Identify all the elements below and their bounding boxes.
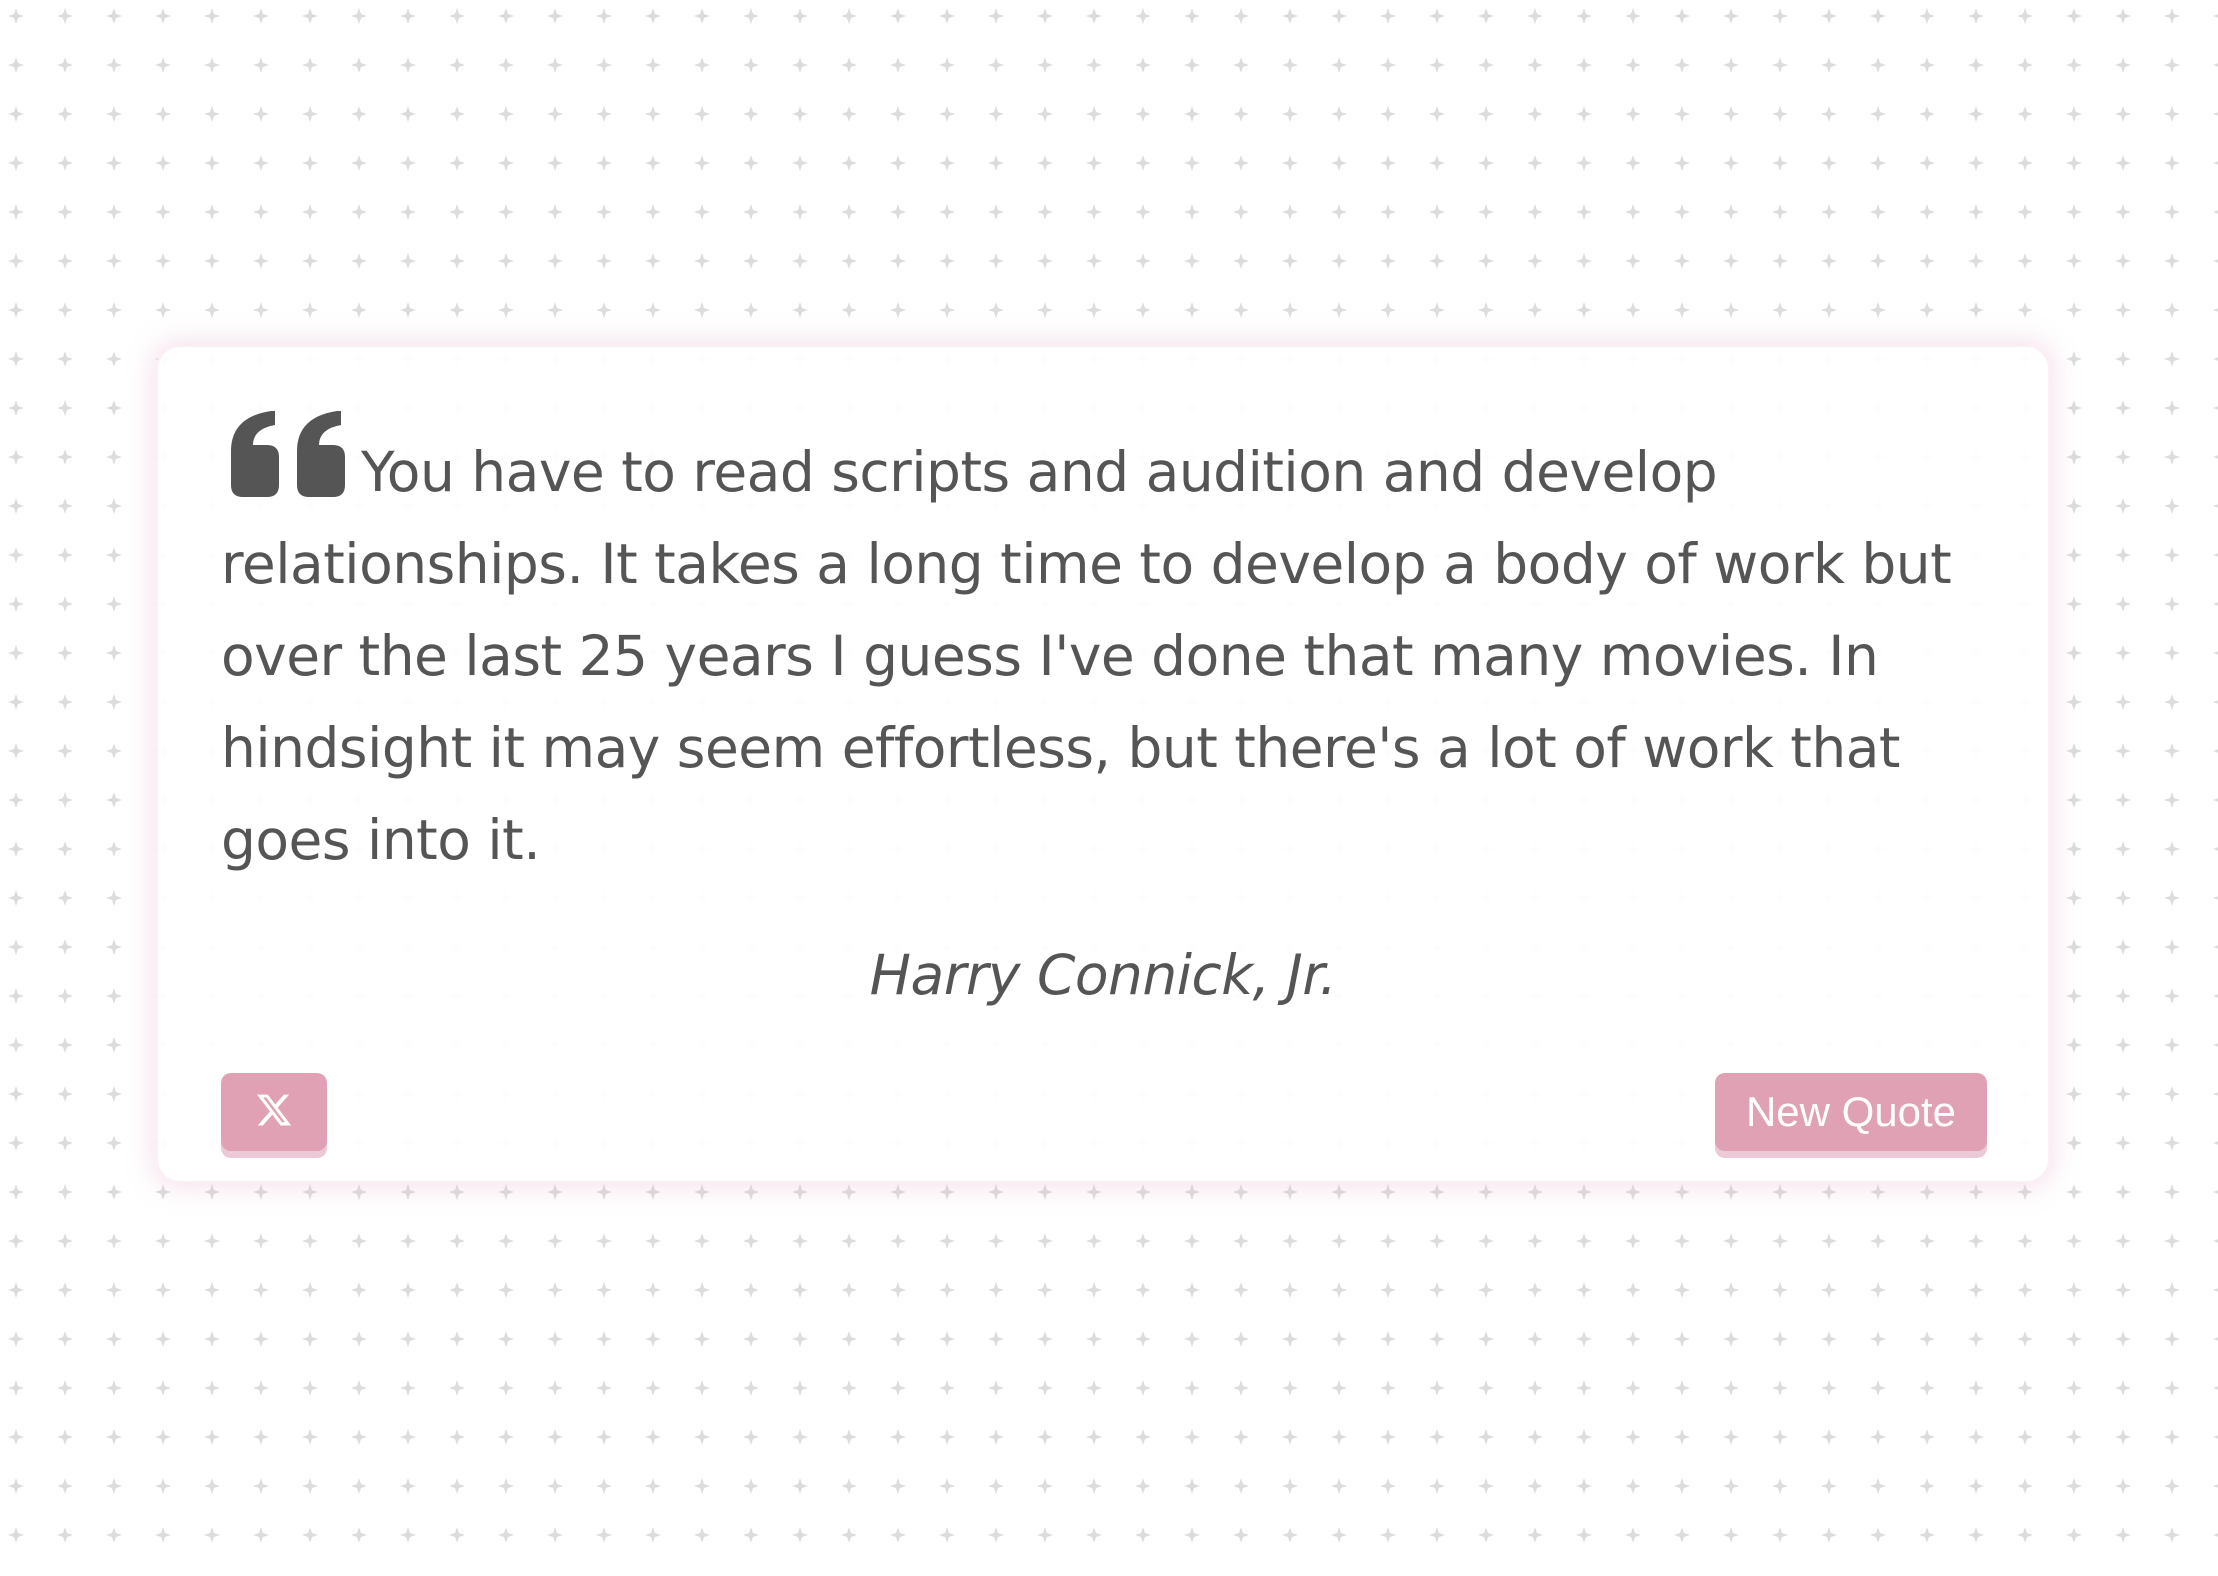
tweet-button[interactable] [221, 1073, 327, 1151]
quote-text: You have to read scripts and audition an… [221, 440, 1952, 872]
new-quote-button[interactable]: New Quote [1715, 1073, 1987, 1151]
quote-card: You have to read scripts and audition an… [156, 345, 2050, 1183]
quote-author: Harry Connick, Jr. [869, 943, 1337, 1007]
quote-left-icon [231, 411, 347, 497]
quote-block: You have to read scripts and audition an… [221, 405, 2001, 886]
x-logo-icon [255, 1091, 293, 1134]
